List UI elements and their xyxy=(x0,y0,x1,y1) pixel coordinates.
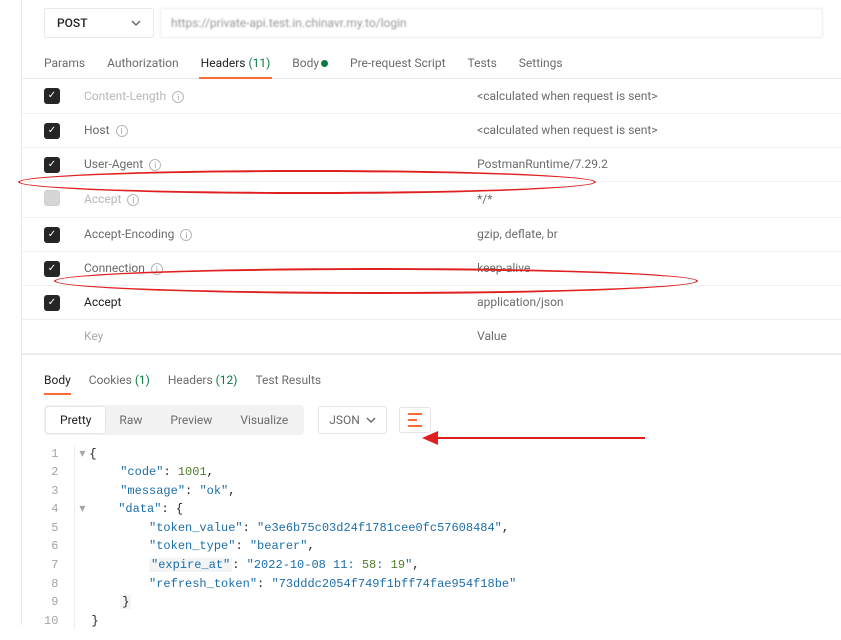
header-row: ✓ Hosti<calculated when request is sent> xyxy=(22,113,841,147)
tab-pre-request[interactable]: Pre-request Script xyxy=(350,52,445,78)
info-icon: i xyxy=(151,263,163,275)
request-method-url-bar: POST https://private-api.test.in.chinavr… xyxy=(22,0,841,46)
tab-authorization[interactable]: Authorization xyxy=(107,52,179,78)
header-row: ✓ Content-Lengthi<calculated when request… xyxy=(22,79,841,113)
header-key[interactable]: Connectioni xyxy=(72,251,465,285)
response-tab-test-results[interactable]: Test Results xyxy=(255,369,321,395)
header-row: ✓ Acceptapplication/json xyxy=(22,285,841,319)
tab-params[interactable]: Params xyxy=(44,52,85,78)
window-left-gutter xyxy=(0,0,22,625)
tab-body-label: Body xyxy=(292,56,319,70)
tab-headers[interactable]: Headers (11) xyxy=(201,52,271,78)
header-key[interactable]: User-Agenti xyxy=(72,147,465,181)
fold-caret-icon[interactable]: ▾ xyxy=(79,500,89,519)
tab-headers-count: (11) xyxy=(248,56,270,70)
wrap-icon xyxy=(408,413,422,427)
method-select[interactable]: POST xyxy=(44,8,154,38)
tab-tests[interactable]: Tests xyxy=(468,52,497,78)
wrap-lines-button[interactable] xyxy=(399,407,431,433)
header-value[interactable]: application/json xyxy=(465,285,841,319)
header-key[interactable]: Accept xyxy=(72,285,465,319)
info-icon: i xyxy=(180,229,192,241)
response-json-viewer: 12345678910 ▾{ "code": 1001, "message": … xyxy=(22,445,841,640)
header-value[interactable]: <calculated when request is sent> xyxy=(465,79,841,113)
response-tab-cookies-label: Cookies xyxy=(89,373,132,387)
info-icon: i xyxy=(127,194,139,206)
lang-value: JSON xyxy=(329,413,360,427)
tab-settings[interactable]: Settings xyxy=(519,52,563,78)
tab-body[interactable]: Body xyxy=(292,52,328,78)
line-gutter: 12345678910 xyxy=(44,445,75,631)
info-icon: i xyxy=(172,91,184,103)
view-raw[interactable]: Raw xyxy=(105,407,156,433)
header-key[interactable]: Hosti xyxy=(72,113,465,147)
chevron-down-icon xyxy=(131,18,141,28)
header-new-row: KeyValue xyxy=(22,319,841,353)
header-row: ✓ Accept-Encodingigzip, deflate, br xyxy=(22,217,841,251)
response-tab-headers[interactable]: Headers (12) xyxy=(168,369,238,395)
header-checkbox[interactable]: ✓ xyxy=(44,295,60,311)
new-header-value-input[interactable]: Value xyxy=(465,319,841,353)
response-tab-body[interactable]: Body xyxy=(44,369,71,395)
response-view-bar: Pretty Raw Preview Visualize JSON xyxy=(22,395,841,445)
header-key[interactable]: Accepti xyxy=(72,181,465,217)
header-checkbox[interactable] xyxy=(44,190,60,206)
header-value[interactable]: keep-alive xyxy=(465,251,841,285)
header-key[interactable]: Accept-Encodingi xyxy=(72,217,465,251)
header-checkbox[interactable]: ✓ xyxy=(44,123,60,139)
header-checkbox[interactable]: ✓ xyxy=(44,227,60,243)
json-code[interactable]: ▾{ "code": 1001, "message": "ok",▾ "data… xyxy=(75,445,516,631)
response-tab-cookies-count: (1) xyxy=(135,373,150,387)
response-tab-headers-label: Headers xyxy=(168,373,213,387)
view-pretty[interactable]: Pretty xyxy=(46,407,105,433)
header-value[interactable]: PostmanRuntime/7.29.2 xyxy=(465,147,841,181)
tab-headers-label: Headers xyxy=(201,56,246,70)
request-tabs: Params Authorization Headers (11) Body P… xyxy=(22,46,841,79)
header-value[interactable]: */* xyxy=(465,181,841,217)
view-mode-group: Pretty Raw Preview Visualize xyxy=(44,405,304,435)
response-tab-headers-count: (12) xyxy=(216,373,238,387)
header-row: ✓ Connectionikeep-alive xyxy=(22,251,841,285)
lang-select[interactable]: JSON xyxy=(318,406,387,434)
header-row: Accepti*/* xyxy=(22,181,841,217)
header-checkbox[interactable]: ✓ xyxy=(44,157,60,173)
response-tab-cookies[interactable]: Cookies (1) xyxy=(89,369,150,395)
body-dot-icon xyxy=(321,60,328,67)
info-icon: i xyxy=(149,159,161,171)
url-input[interactable]: https://private-api.test.in.chinavr.my.t… xyxy=(160,8,823,38)
header-checkbox[interactable]: ✓ xyxy=(44,88,60,104)
info-icon: i xyxy=(116,125,128,137)
chevron-down-icon xyxy=(366,415,376,425)
response-tabs: Body Cookies (1) Headers (12) Test Resul… xyxy=(22,354,841,395)
view-preview[interactable]: Preview xyxy=(156,407,226,433)
header-value[interactable]: gzip, deflate, br xyxy=(465,217,841,251)
method-value: POST xyxy=(57,16,88,30)
header-value[interactable]: <calculated when request is sent> xyxy=(465,113,841,147)
header-checkbox[interactable]: ✓ xyxy=(44,261,60,277)
header-row: ✓ User-AgentiPostmanRuntime/7.29.2 xyxy=(22,147,841,181)
new-header-key-input[interactable]: Key xyxy=(72,319,465,353)
headers-table: ✓ Content-Lengthi<calculated when request… xyxy=(22,79,841,354)
fold-caret-icon[interactable]: ▾ xyxy=(79,445,89,464)
view-visualize[interactable]: Visualize xyxy=(226,407,302,433)
header-key[interactable]: Content-Lengthi xyxy=(72,79,465,113)
